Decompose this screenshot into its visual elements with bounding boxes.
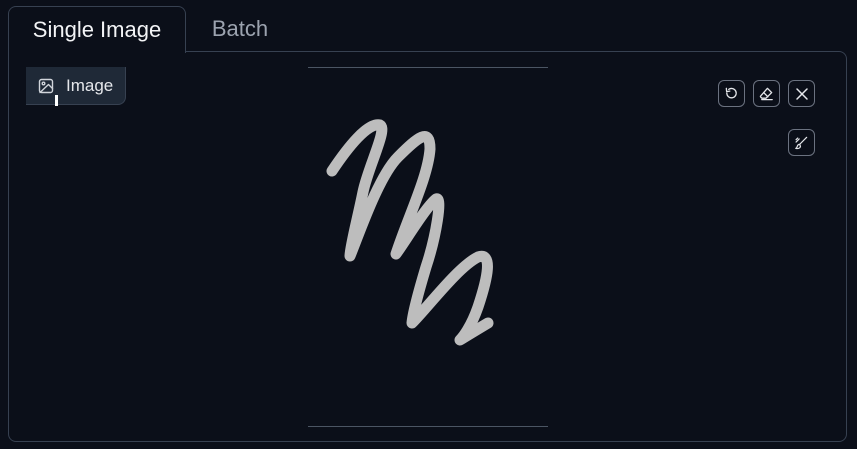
undo-icon (724, 86, 739, 101)
image-label-text: Image (66, 75, 114, 95)
eraser-icon (759, 86, 774, 101)
tab-bar: Single Image Batch (0, 0, 857, 53)
undo-button[interactable] (718, 80, 745, 107)
image-block-label: Image (26, 67, 126, 105)
eraser-button[interactable] (753, 80, 780, 107)
tab-batch[interactable]: Batch (190, 6, 290, 52)
image-input-component: Single Image Batch Image (0, 0, 857, 449)
sketch-canvas[interactable] (308, 67, 548, 427)
clear-button[interactable] (788, 80, 815, 107)
canvas-bottom-edge (308, 426, 548, 427)
tab-single-image[interactable]: Single Image (8, 6, 186, 53)
brush-button[interactable] (788, 129, 815, 156)
close-icon (795, 87, 809, 101)
image-icon (38, 78, 54, 94)
brush-icon (794, 135, 809, 150)
tab-single-image-label: Single Image (32, 17, 162, 42)
image-panel: Image (8, 51, 847, 442)
tab-batch-label: Batch (211, 16, 269, 41)
text-cursor (55, 95, 58, 106)
sketch-stroke (326, 119, 494, 346)
